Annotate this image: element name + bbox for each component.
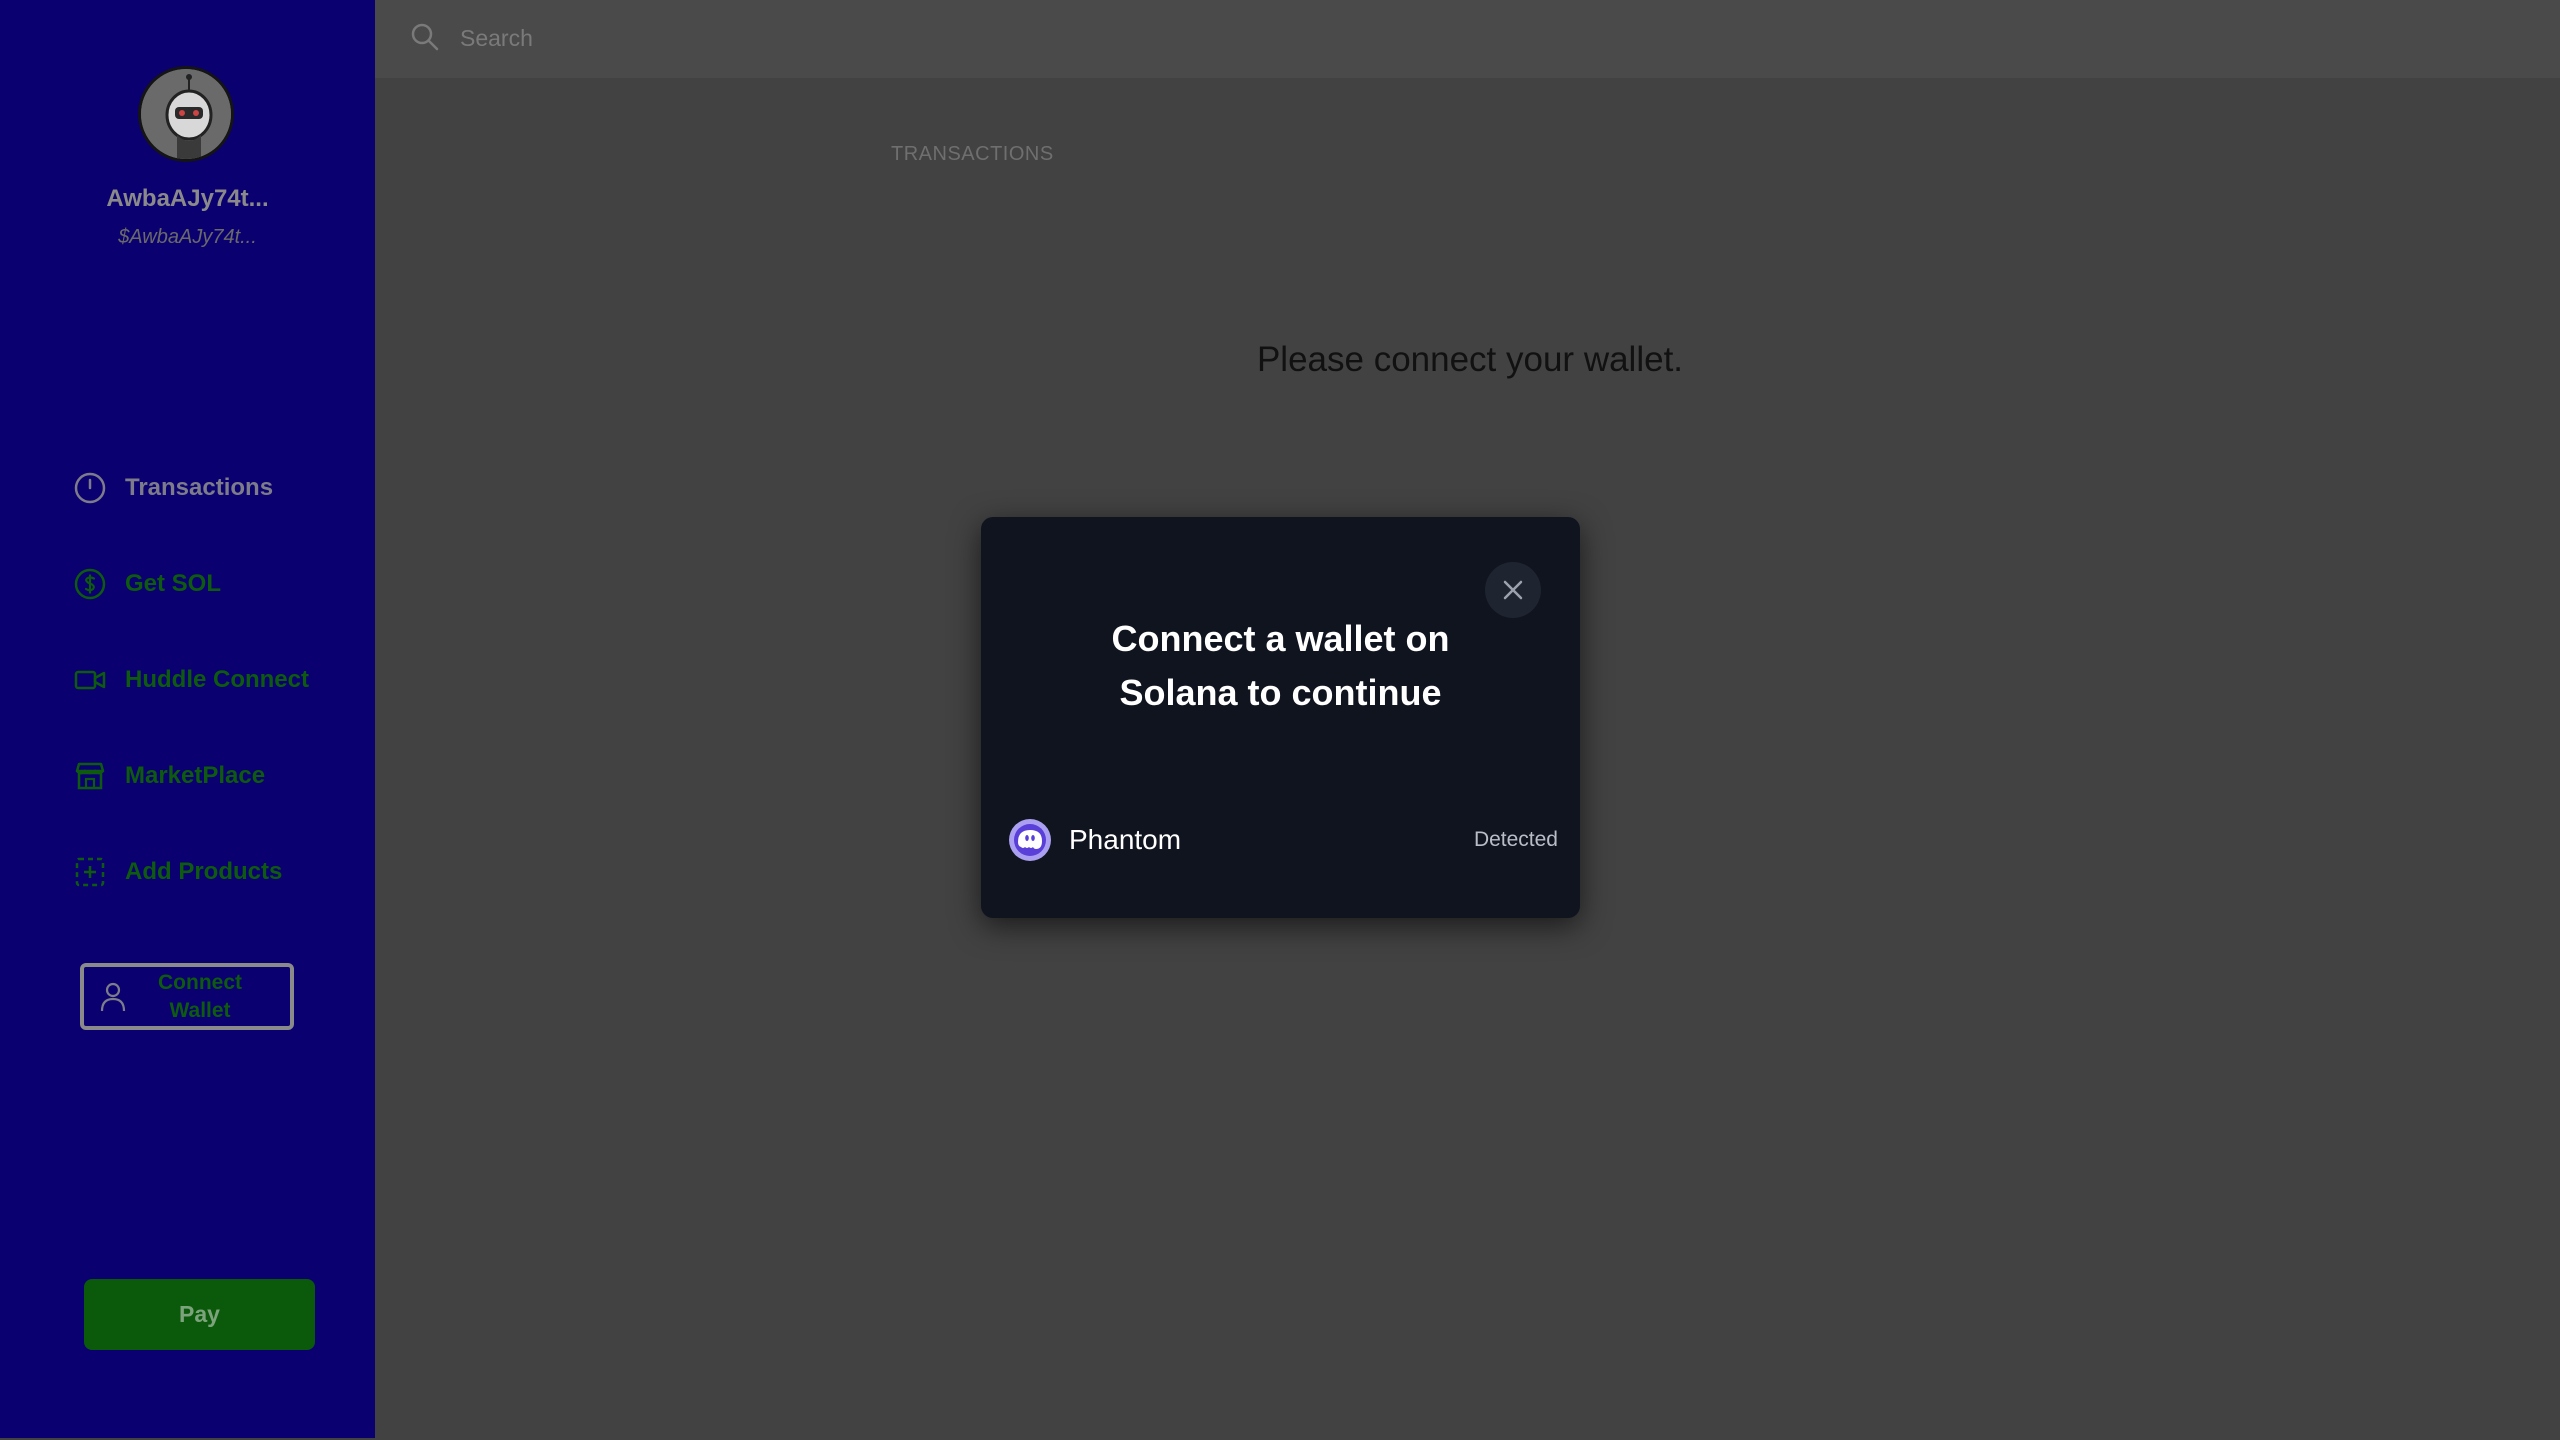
modal-title: Connect a wallet on Solana to continue	[981, 612, 1580, 720]
wallet-option-phantom[interactable]: Phantom Detected	[1005, 809, 1558, 871]
app-root: AwbaAJy74t... $AwbaAJy74t... Transaction…	[0, 0, 2560, 1440]
wallet-name: Phantom	[1069, 824, 1182, 855]
phantom-logo-icon	[1009, 819, 1051, 861]
close-button[interactable]	[1485, 562, 1541, 618]
modal-title-text: Connect a wallet on Solana to continue	[1111, 618, 1450, 713]
wallet-modal: Connect a wallet on Solana to continue P…	[981, 517, 1580, 918]
close-icon	[1503, 580, 1523, 600]
wallet-status: Detected	[1473, 828, 1558, 851]
